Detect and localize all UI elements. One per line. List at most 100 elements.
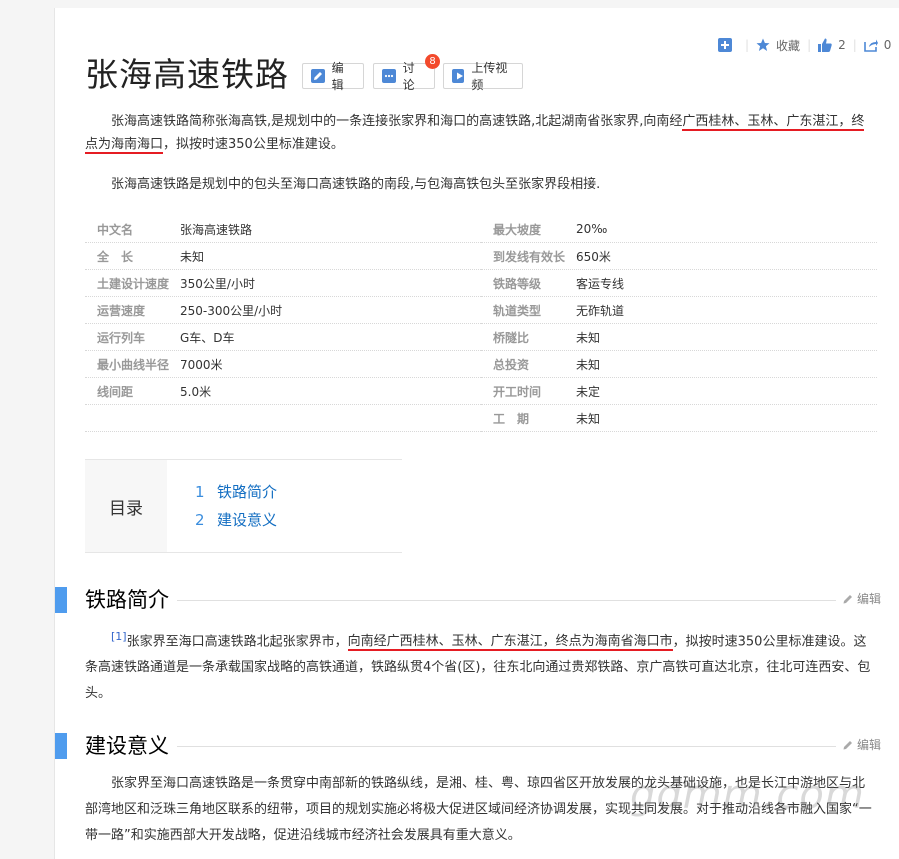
- toc-item-label: 建设意义: [217, 511, 278, 529]
- discuss-label: 讨论: [402, 61, 415, 92]
- info-value: G车、D车: [180, 330, 235, 345]
- upload-video-button[interactable]: 上传视频: [443, 61, 523, 92]
- like-count: 2: [838, 38, 846, 52]
- info-key: 总投资: [493, 357, 530, 372]
- info-row: 到发线有效长 650米: [481, 243, 877, 270]
- upload-video-label: 上传视频: [471, 61, 508, 92]
- pencil-icon: [843, 740, 852, 749]
- section-divider: [85, 746, 877, 747]
- watermark: gdmm.com: [630, 772, 865, 818]
- info-key: 铁路等级: [493, 276, 542, 291]
- toolbar-separator: |: [745, 38, 750, 52]
- toc-item-intro[interactable]: 1 铁路简介: [195, 478, 277, 506]
- summary-text: 张海高速铁路简称张海高铁,是规划中的一条连接张家界和海口的高速铁路,北起湖南省张…: [111, 114, 683, 129]
- play-icon: [452, 69, 465, 83]
- page-title: 张海高速铁路: [85, 55, 289, 94]
- info-value: 未知: [180, 249, 205, 264]
- share-count: 0: [883, 38, 892, 52]
- reference-link[interactable]: [1]: [111, 630, 127, 643]
- basic-info-left: 中文名 张海高速铁路 全 长 未知 土建设计速度 350公里/小时 运营速度 250-3…: [85, 216, 481, 432]
- page-top-gutter: [54, 0, 899, 8]
- info-key: 工 期: [493, 411, 530, 426]
- info-key: 最大坡度: [493, 222, 542, 237]
- info-value: 未知: [576, 357, 601, 372]
- toc-title: 目录: [85, 460, 167, 552]
- info-value: 350公里/小时: [180, 276, 255, 291]
- info-key: 到发线有效长: [493, 249, 566, 264]
- discuss-button[interactable]: 讨论 8: [373, 54, 440, 92]
- section-text: 张家界至海口高速铁路北起张家界市，: [126, 634, 348, 650]
- info-row: 土建设计速度 350公里/小时: [85, 270, 481, 297]
- section-marker: [55, 733, 67, 759]
- info-row: 铁路等级 客运专线: [481, 270, 877, 297]
- share-icon: [863, 39, 878, 52]
- toc-item-significance[interactable]: 2 建设意义: [195, 506, 277, 534]
- pencil-icon: [843, 594, 852, 603]
- info-value: 250-300公里/小时: [180, 303, 283, 318]
- info-value: 未知: [576, 411, 601, 426]
- highlighted-route: 向南经广西桂林、玉林、广东湛江，终点为海南省海口市: [347, 634, 673, 652]
- info-row: 工 期 未知: [481, 405, 877, 432]
- info-row: 最大坡度 20‰: [481, 216, 877, 243]
- info-row: 全 长 未知: [85, 243, 481, 270]
- section-marker: [55, 587, 67, 613]
- section-edit-button[interactable]: 编辑: [836, 590, 882, 607]
- info-row: 最小曲线半径 7000米: [85, 351, 481, 378]
- info-row: 桥隧比 未知: [481, 324, 877, 351]
- toc-item-number: 1: [195, 483, 205, 501]
- info-value: 650米: [576, 249, 611, 264]
- section-title-significance: 建设意义: [85, 733, 177, 759]
- info-key: 运行列车: [97, 330, 146, 345]
- content-border: [54, 8, 55, 859]
- info-key: 开工时间: [493, 384, 542, 399]
- info-row: 线间距 5.0米: [85, 378, 481, 405]
- share-button[interactable]: 0: [863, 38, 892, 52]
- info-key: 运营速度: [97, 303, 146, 318]
- toolbar-separator: |: [852, 38, 857, 52]
- toc-item-number: 2: [195, 511, 205, 529]
- thumbs-up-icon: [818, 38, 832, 52]
- highlighted-route: 广西桂林、玉林、广东: [682, 114, 813, 131]
- info-key: 全 长: [97, 249, 134, 264]
- edit-label: 编辑: [331, 61, 344, 92]
- info-value: 无砟轨道: [576, 303, 625, 318]
- add-icon: [718, 38, 732, 52]
- section-edit-button[interactable]: 编辑: [836, 736, 882, 753]
- summary-paragraph: 张海高速铁路简称张海高铁,是规划中的一条连接张家界和海口的高速铁路,北起湖南省张…: [85, 110, 877, 156]
- section-divider: [85, 600, 877, 601]
- pencil-icon: [311, 69, 325, 83]
- info-value: 20‰: [576, 222, 608, 236]
- add-button[interactable]: [718, 38, 738, 52]
- toc-item-label: 铁路简介: [217, 483, 278, 501]
- info-row: 运行列车 G车、D车: [85, 324, 481, 351]
- info-row: [85, 405, 481, 432]
- page-left-gutter: [0, 0, 54, 859]
- section-edit-label: 编辑: [857, 738, 882, 752]
- info-key: 最小曲线半径: [97, 357, 170, 372]
- info-key: 土建设计速度: [97, 276, 170, 291]
- chat-icon: [382, 69, 396, 83]
- favorite-label: 收藏: [776, 38, 801, 53]
- info-key: 线间距: [97, 384, 134, 399]
- favorite-button[interactable]: 收藏: [756, 37, 800, 54]
- toc-list: 1 铁路简介 2 建设意义: [195, 478, 277, 534]
- like-button[interactable]: 2: [818, 38, 846, 52]
- summary-paragraph-2: 张海高速铁路是规划中的包头至海口高速铁路的南段,与包海高铁包头至张家界段相接.: [111, 177, 601, 192]
- section-edit-label: 编辑: [857, 592, 882, 606]
- summary-text-tail: ，拟按时速350公里标准建设。: [163, 137, 344, 152]
- discuss-count-badge: 8: [425, 54, 440, 69]
- info-row: 总投资 未知: [481, 351, 877, 378]
- info-value: 未知: [576, 330, 601, 345]
- info-row: 轨道类型 无砟轨道: [481, 297, 877, 324]
- table-of-contents: 目录 1 铁路简介 2 建设意义: [85, 459, 402, 553]
- info-value: 未定: [576, 384, 601, 399]
- toolbar-separator: |: [807, 38, 812, 52]
- info-key: 桥隧比: [493, 330, 530, 345]
- info-key: 中文名: [97, 222, 134, 237]
- info-value: 客运专线: [576, 276, 625, 291]
- top-toolbar: | 收藏 | 2 | 0: [718, 35, 891, 55]
- edit-button[interactable]: 编辑: [302, 61, 364, 92]
- info-row: 中文名 张海高速铁路: [85, 216, 481, 243]
- basic-info-right: 最大坡度 20‰ 到发线有效长 650米 铁路等级 客运专线 轨道类型 无砟轨道 桥隧比…: [481, 216, 877, 432]
- star-icon: [756, 38, 770, 51]
